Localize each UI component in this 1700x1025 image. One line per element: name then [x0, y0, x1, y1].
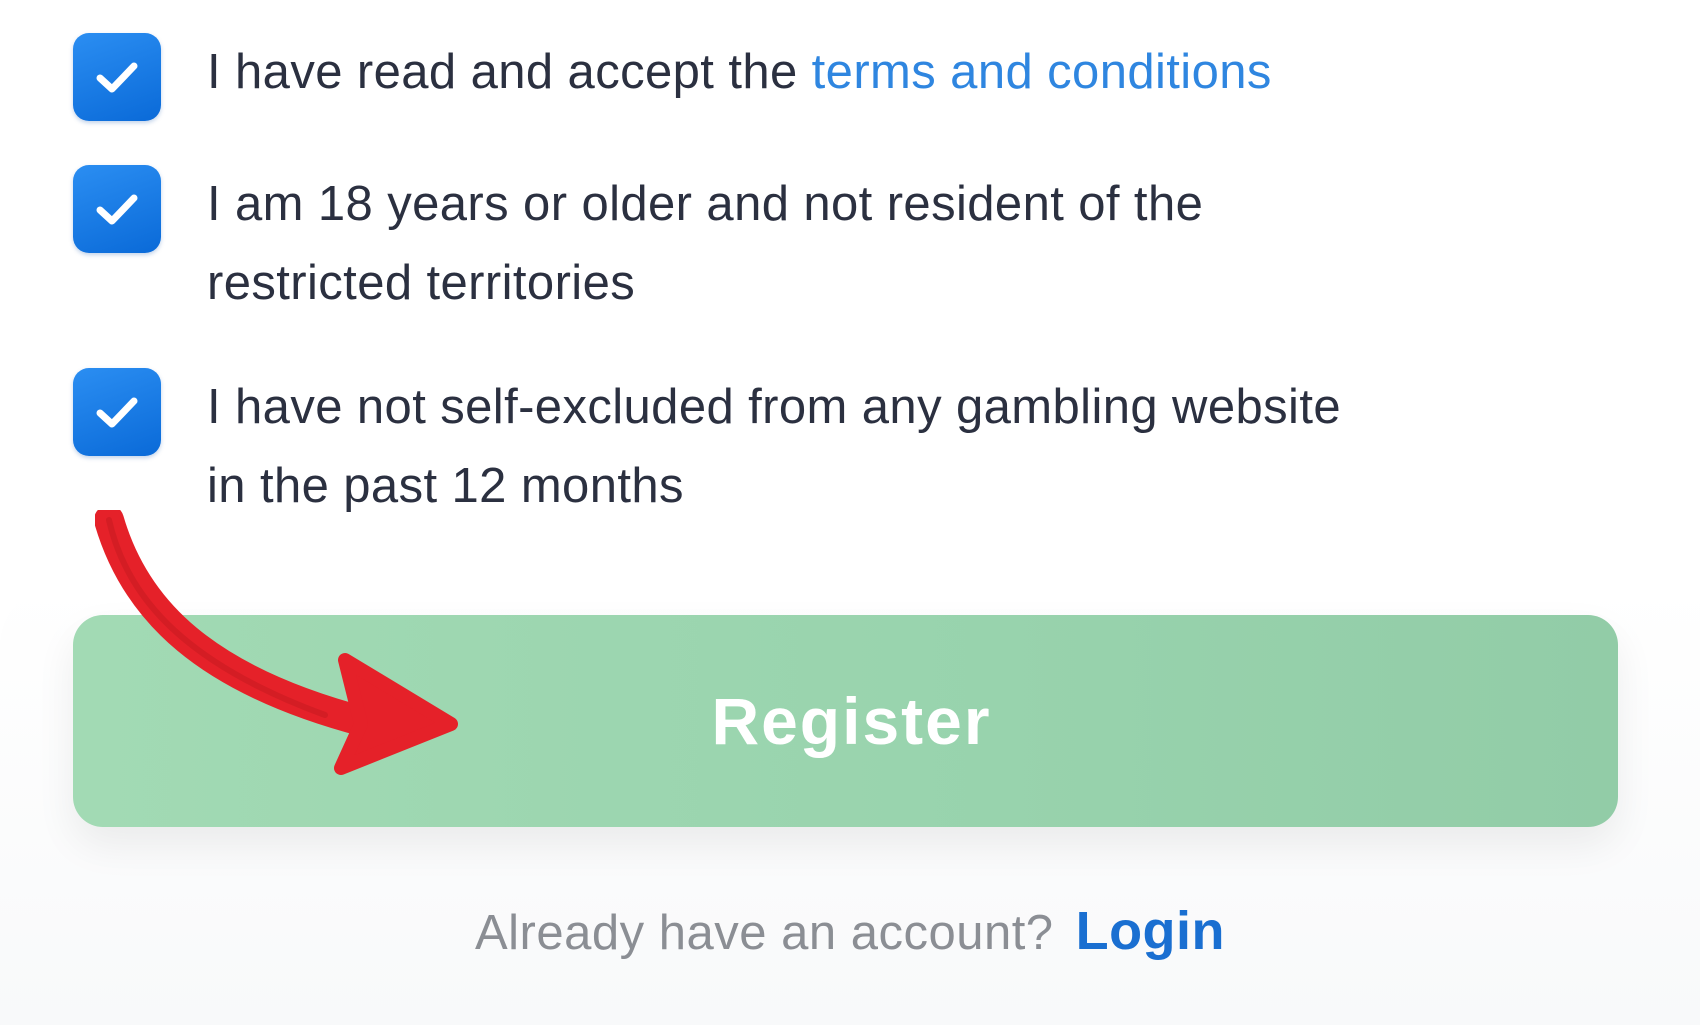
login-prompt-line: Already have an account? Login	[0, 900, 1700, 962]
login-prompt-text: Already have an account?	[474, 906, 1054, 960]
terms-and-conditions-link[interactable]: terms and conditions	[812, 45, 1272, 99]
checkmark-icon	[96, 194, 138, 225]
self-exclusion-checkbox-row: I have not self-excluded from any gambli…	[73, 368, 1367, 526]
checkmark-icon	[96, 397, 138, 428]
terms-label-text: I have read and accept the	[207, 45, 812, 99]
age-checkbox-label: I am 18 years or older and not resident …	[207, 177, 1204, 310]
terms-checkbox-label: I have read and accept the terms and con…	[207, 33, 1507, 112]
terms-checkbox-row: I have read and accept the terms and con…	[73, 33, 1507, 121]
register-button[interactable]: Register	[73, 615, 1618, 827]
age-checkbox-row: I am 18 years or older and not resident …	[73, 165, 1367, 323]
registration-form-footer: I have read and accept the terms and con…	[0, 0, 1700, 1025]
terms-checkbox[interactable]	[73, 33, 161, 121]
register-button-label: Register	[711, 684, 992, 758]
self-exclusion-checkbox-label: I have not self-excluded from any gambli…	[207, 380, 1341, 513]
login-link[interactable]: Login	[1076, 901, 1225, 961]
age-checkbox[interactable]	[73, 165, 161, 253]
checkmark-icon	[96, 62, 138, 93]
self-exclusion-checkbox[interactable]	[73, 368, 161, 456]
